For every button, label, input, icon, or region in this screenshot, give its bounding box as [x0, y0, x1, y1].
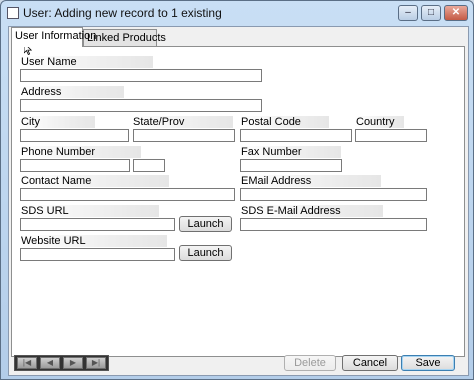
maximize-button[interactable]: □	[421, 5, 441, 21]
country-field[interactable]	[355, 129, 427, 142]
state-prov-field[interactable]	[133, 129, 235, 142]
fax-number-label: Fax Number	[240, 146, 341, 158]
tab-user-information[interactable]: User Information	[11, 27, 96, 47]
title-bar[interactable]: User: Adding new record to 1 existing – …	[1, 1, 473, 25]
postal-code-label: Postal Code	[240, 116, 329, 128]
previous-record-icon[interactable]: ◀	[40, 357, 60, 369]
close-button[interactable]: ✕	[444, 5, 468, 21]
dialog-window: User: Adding new record to 1 existing – …	[0, 0, 474, 380]
email-address-label: EMail Address	[240, 175, 381, 187]
app-icon	[7, 7, 19, 19]
cancel-button[interactable]: Cancel	[342, 355, 398, 371]
minimize-button[interactable]: –	[398, 5, 418, 21]
record-navigator: |◀ ◀ ▶ ▶|	[14, 355, 109, 371]
user-information-panel: User Name Address City State/Prov Postal…	[11, 46, 465, 357]
delete-button[interactable]: Delete	[284, 355, 336, 371]
launch-website-url-button[interactable]: Launch	[179, 245, 232, 261]
user-name-field[interactable]	[20, 69, 262, 82]
window-title: User: Adding new record to 1 existing	[23, 6, 222, 20]
phone-number-label: Phone Number	[20, 146, 141, 158]
website-url-field[interactable]	[20, 248, 175, 261]
state-prov-label: State/Prov	[132, 116, 233, 128]
launch-sds-url-button[interactable]: Launch	[179, 216, 232, 232]
next-record-icon[interactable]: ▶	[63, 357, 83, 369]
user-name-label: User Name	[20, 56, 153, 68]
city-field[interactable]	[20, 129, 129, 142]
address-label: Address	[20, 86, 124, 98]
sds-email-address-label: SDS E-Mail Address	[240, 205, 383, 217]
fax-number-field[interactable]	[240, 159, 342, 172]
sds-email-address-field[interactable]	[240, 218, 427, 231]
country-label: Country	[355, 116, 404, 128]
website-url-label: Website URL	[20, 235, 167, 247]
last-record-icon[interactable]: ▶|	[86, 357, 106, 369]
postal-code-field[interactable]	[240, 129, 352, 142]
email-address-field[interactable]	[240, 188, 427, 201]
contact-name-field[interactable]	[20, 188, 235, 201]
dialog-body: User Information Linked Products User Na…	[8, 26, 469, 376]
first-record-icon[interactable]: |◀	[17, 357, 37, 369]
contact-name-label: Contact Name	[20, 175, 169, 187]
sds-url-label: SDS URL	[20, 205, 159, 217]
address-field[interactable]	[20, 99, 262, 112]
save-button[interactable]: Save	[401, 355, 455, 371]
sds-url-field[interactable]	[20, 218, 175, 231]
city-label: City	[20, 116, 95, 128]
phone-extension-field[interactable]	[133, 159, 165, 172]
phone-number-field[interactable]	[20, 159, 130, 172]
